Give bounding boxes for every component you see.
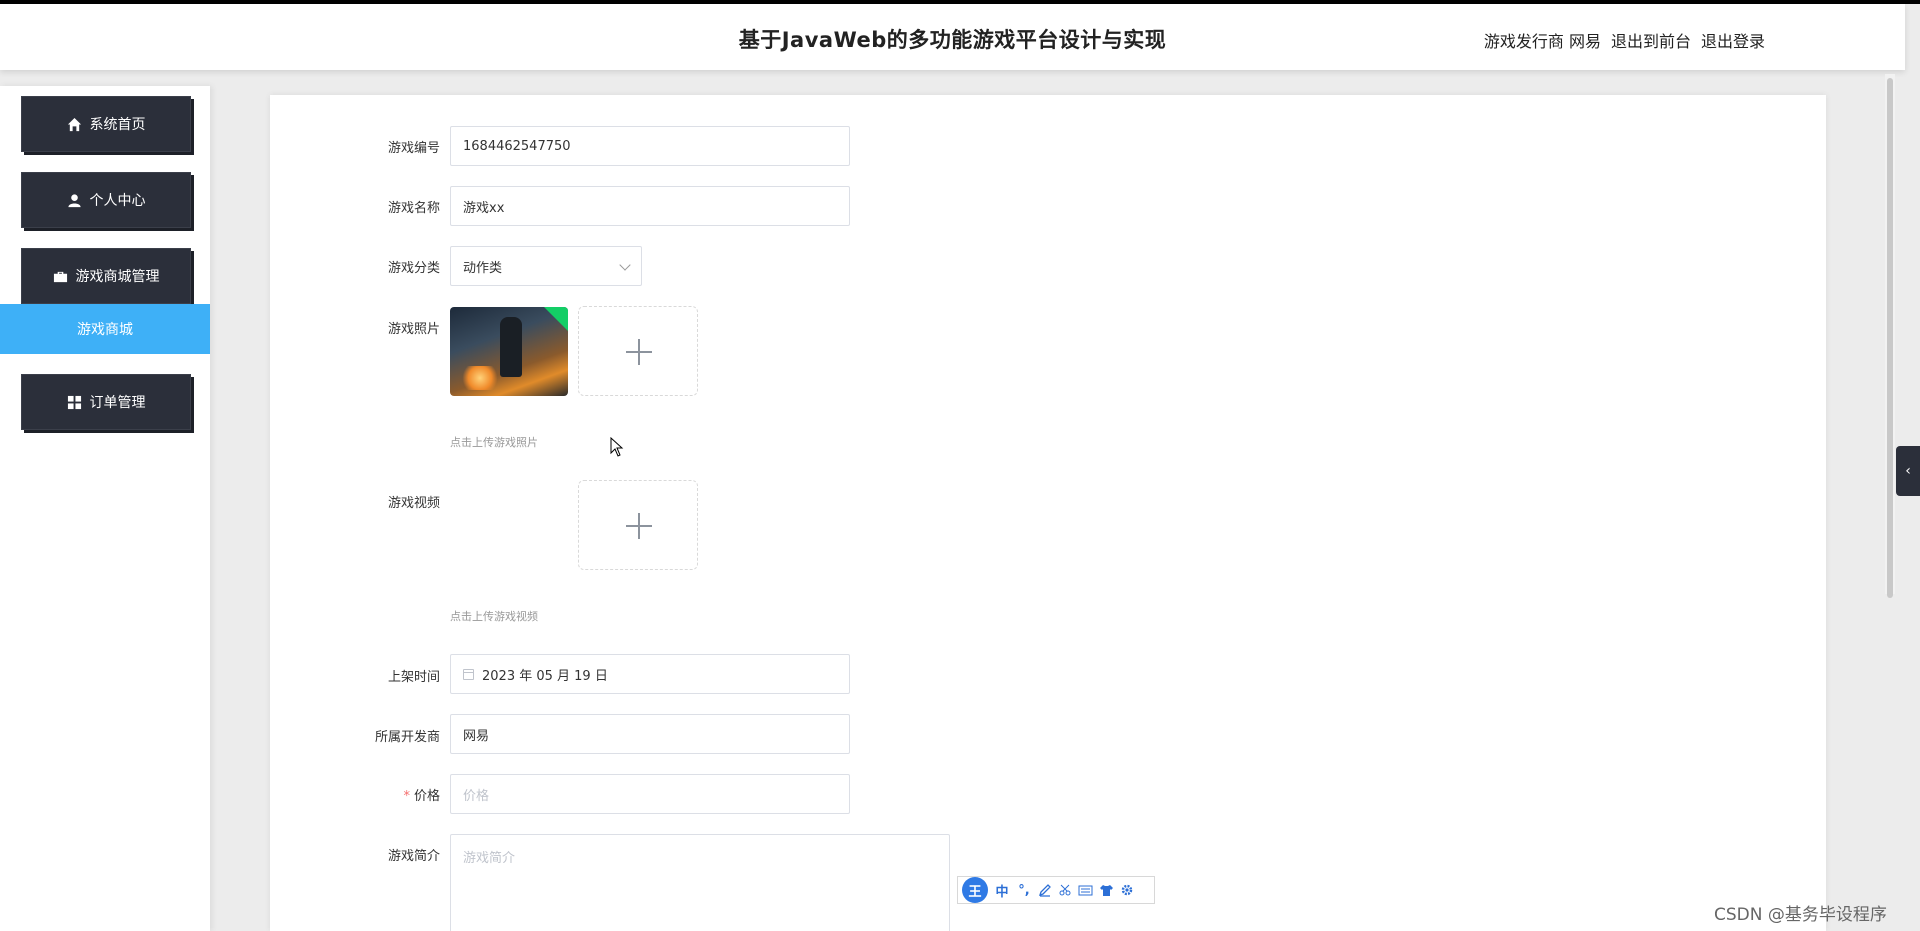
required-mark: * bbox=[403, 789, 410, 804]
sidebar-item-label: 个人中心 bbox=[89, 193, 146, 209]
price-input[interactable]: 价格 bbox=[450, 774, 850, 814]
scissors-icon[interactable] bbox=[1058, 883, 1072, 897]
category-select[interactable]: 动作类 bbox=[450, 246, 642, 286]
header-user-area: 游戏发行商 网易 退出到前台 退出登录 bbox=[1484, 28, 1765, 52]
mouse-cursor-icon bbox=[610, 437, 624, 457]
game-name-label: 游戏名称 bbox=[387, 201, 440, 216]
grid-icon bbox=[67, 395, 81, 409]
home-icon bbox=[67, 117, 81, 131]
briefcase-icon bbox=[53, 271, 67, 282]
video-upload-button[interactable] bbox=[578, 480, 698, 570]
pen-icon[interactable] bbox=[1038, 883, 1052, 897]
sidebar-item-orders[interactable]: 订单管理 bbox=[21, 374, 191, 430]
intro-textarea[interactable]: 游戏简介 bbox=[450, 834, 950, 931]
video-upload-hint: 点击上传游戏视频 bbox=[450, 610, 538, 623]
sidebar: 系统首页 个人中心 游戏商城管理 游戏商城 订单管理 bbox=[0, 86, 210, 931]
gear-icon[interactable] bbox=[1120, 883, 1134, 897]
sidebar-item-label: 游戏商城管理 bbox=[75, 269, 160, 285]
page-scrollbar[interactable] bbox=[1885, 74, 1895, 598]
photo-upload-hint: 点击上传游戏照片 bbox=[450, 436, 538, 449]
game-photo-thumbnail[interactable] bbox=[450, 307, 568, 396]
release-date-picker[interactable]: 2023 年 05 月 19 日 bbox=[450, 654, 850, 694]
tshirt-icon[interactable] bbox=[1099, 884, 1114, 897]
game-no-label: 游戏编号 bbox=[387, 141, 440, 156]
release-date-value: 2023 年 05 月 19 日 bbox=[482, 668, 608, 684]
photo-label: 游戏照片 bbox=[387, 322, 440, 337]
developer-input[interactable]: 网易 bbox=[450, 714, 850, 754]
release-time-label: 上架时间 bbox=[387, 670, 440, 685]
photo-upload-button[interactable] bbox=[578, 306, 698, 396]
calendar-icon bbox=[463, 668, 474, 680]
logout-link[interactable]: 退出登录 bbox=[1701, 28, 1765, 52]
category-label: 游戏分类 bbox=[387, 261, 440, 276]
game-name-input[interactable]: 游戏xx bbox=[450, 186, 850, 226]
developer-label: 所属开发商 bbox=[374, 730, 440, 745]
game-no-input[interactable]: 1684462547750 bbox=[450, 126, 850, 166]
game-edit-form: 游戏编号 1684462547750 游戏名称 游戏xx 游戏分类 动作类 游戏… bbox=[270, 95, 1826, 931]
price-label: * 价格 bbox=[403, 789, 440, 804]
header: 基于JavaWeb的多功能游戏平台设计与实现 游戏发行商 网易 退出到前台 退出… bbox=[0, 4, 1905, 70]
ime-toolbar: 王 中 °, bbox=[957, 876, 1155, 904]
back-to-front-link[interactable]: 退出到前台 bbox=[1611, 28, 1691, 52]
upload-success-badge bbox=[544, 307, 568, 331]
sidebar-item-label: 订单管理 bbox=[89, 395, 146, 411]
keyboard-icon[interactable] bbox=[1078, 884, 1093, 897]
intro-label: 游戏简介 bbox=[387, 849, 440, 864]
video-label: 游戏视频 bbox=[387, 496, 440, 511]
sidebar-item-profile[interactable]: 个人中心 bbox=[21, 172, 191, 228]
chevron-left-icon[interactable]: ‹ bbox=[1896, 446, 1920, 496]
category-value: 动作类 bbox=[463, 260, 503, 276]
punctuation-icon[interactable]: °, bbox=[1016, 883, 1032, 898]
sidebar-item-label: 系统首页 bbox=[89, 117, 146, 133]
sidebar-subitem-store[interactable]: 游戏商城 bbox=[0, 304, 210, 354]
user-icon bbox=[67, 193, 81, 207]
ime-logo[interactable]: 王 bbox=[962, 877, 988, 903]
chevron-down-icon bbox=[619, 259, 631, 271]
user-role: 游戏发行商 网易 bbox=[1483, 32, 1601, 51]
watermark: CSDN @基务毕设程序 bbox=[1714, 905, 1887, 925]
sidebar-item-home[interactable]: 系统首页 bbox=[21, 96, 191, 152]
sidebar-item-store-management[interactable]: 游戏商城管理 bbox=[21, 248, 191, 304]
ime-mode-toggle[interactable]: 中 bbox=[994, 881, 1010, 900]
